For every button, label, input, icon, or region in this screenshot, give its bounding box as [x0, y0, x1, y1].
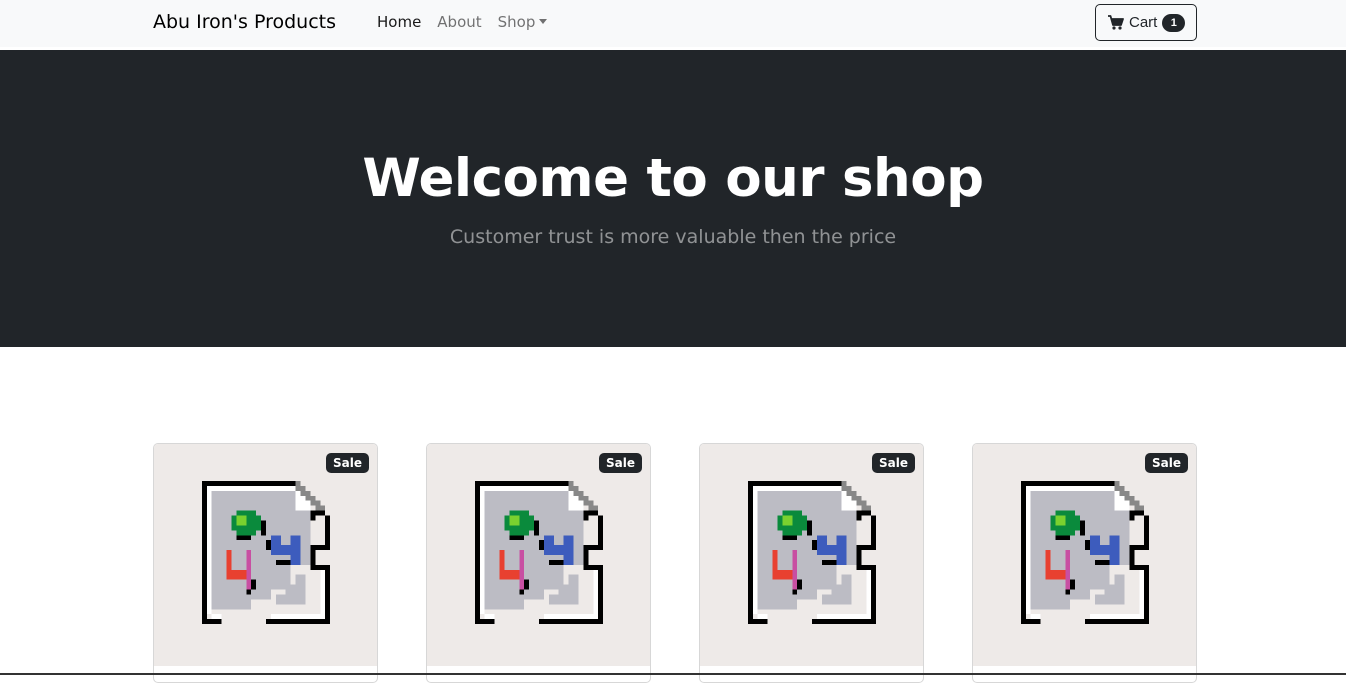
product-card[interactable]: Sale — [699, 443, 924, 683]
hero-subtitle: Customer trust is more valuable then the… — [449, 226, 897, 248]
product-image — [700, 444, 923, 666]
cart-label: Cart — [1129, 14, 1158, 31]
broken-image-icon — [747, 481, 876, 625]
brand-link[interactable]: Abu Iron's Products — [153, 11, 336, 33]
broken-image-icon — [201, 481, 330, 625]
sale-badge: Sale — [1145, 453, 1188, 473]
cart-icon — [1108, 15, 1124, 30]
product-image — [427, 444, 650, 666]
product-card[interactable]: Sale — [426, 443, 651, 683]
product-card[interactable]: Sale — [153, 443, 378, 683]
caret-down-icon — [539, 19, 548, 24]
hero-header: Welcome to our shop Customer trust is mo… — [0, 50, 1346, 347]
product-card[interactable]: Sale — [972, 443, 1197, 683]
cart-count-badge: 1 — [1162, 13, 1186, 32]
sale-badge: Sale — [599, 453, 642, 473]
broken-image-icon — [1020, 481, 1149, 625]
nav-shop-dropdown[interactable]: Shop — [498, 13, 548, 31]
product-image — [973, 444, 1196, 666]
product-image — [154, 444, 377, 666]
hero-title: Welcome to our shop — [362, 148, 984, 209]
nav-home-link[interactable]: Home — [377, 13, 421, 31]
cart-button[interactable]: Cart 1 — [1095, 4, 1197, 41]
nav-about-link[interactable]: About — [437, 13, 481, 31]
nav-shop-label: Shop — [497, 13, 536, 31]
sale-badge: Sale — [326, 453, 369, 473]
sale-badge: Sale — [872, 453, 915, 473]
nav-links: Home About Shop — [377, 13, 563, 31]
navbar: Abu Iron's Products Home About Shop Cart… — [0, 0, 1346, 47]
broken-image-icon — [474, 481, 603, 625]
